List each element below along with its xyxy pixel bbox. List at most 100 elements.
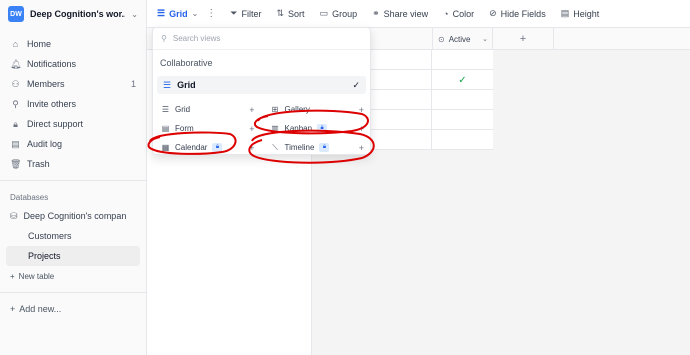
search-views-input[interactable]: [172, 34, 333, 43]
create-view-row: ☰ Grid + ⊞ Gallery +: [153, 100, 372, 119]
plus-icon: +: [358, 142, 364, 153]
add-new-label: Add new...: [19, 304, 62, 314]
plus-icon: +: [358, 123, 364, 134]
members-icon: ⚇: [11, 78, 20, 89]
color-icon: ◔: [443, 8, 449, 19]
plus-icon: +: [249, 142, 255, 153]
plus-icon: +: [10, 304, 16, 314]
sidebar-item-label: Trash: [27, 159, 50, 169]
column-header-active[interactable]: ⊙ Active ⌄: [432, 28, 493, 50]
view-switcher-menu: ⚲ Collaborative ☰ Grid ✓ ☰Grid+ ⊞Gallery…: [152, 27, 371, 155]
sidebar-item-members[interactable]: ⚇ Members 1: [0, 74, 146, 94]
create-kanban-view[interactable]: ▥ Kanban 🔒︎ +: [263, 119, 373, 138]
plus-icon: +: [249, 104, 255, 115]
add-column-button[interactable]: +: [493, 28, 554, 50]
create-view-row: ▤ Form + ▥ Kanban 🔒︎ +: [153, 119, 372, 138]
sort-icon: ⇅: [276, 8, 285, 18]
workspace-switcher[interactable]: DW Deep Cognition's wor... ⌄: [0, 0, 146, 28]
active-cell[interactable]: [432, 50, 493, 70]
sidebar-item-audit-log[interactable]: ▤ Audit log: [0, 134, 146, 154]
column-header-label: Active: [448, 34, 471, 44]
filter-icon: ⏷: [230, 8, 238, 18]
sidebar-item-notifications[interactable]: 🔔︎ Notifications: [0, 54, 146, 74]
grid-icon: ☰: [161, 105, 170, 114]
color-button[interactable]: ◔ Color: [443, 9, 474, 19]
database-icon: ⛁: [10, 210, 18, 221]
filter-button[interactable]: ⏷ Filter: [230, 8, 261, 19]
sidebar-item-home[interactable]: ⌂ Home: [0, 34, 146, 54]
create-gallery-view[interactable]: ⊞ Gallery +: [263, 100, 373, 119]
sidebar-item-label: Audit log: [27, 139, 63, 149]
database-item[interactable]: ⛁ Deep Cognition's compan: [0, 206, 146, 226]
view-item-grid[interactable]: ☰ Grid ✓: [157, 76, 366, 94]
sidebar-item-label: Direct support: [27, 119, 84, 129]
lock-icon: 🔒︎: [13, 118, 18, 129]
chevron-down-icon: ⌄: [191, 9, 199, 18]
chevron-down-icon: ⌄: [131, 9, 138, 19]
table-item-projects[interactable]: Projects: [6, 246, 140, 266]
database-name: Deep Cognition's compan: [23, 211, 127, 221]
active-cell[interactable]: [432, 110, 493, 130]
add-new-button[interactable]: + Add new...: [0, 299, 146, 319]
height-icon: ▤: [560, 8, 570, 18]
sidebar-item-trash[interactable]: 🗑︎ Trash: [0, 154, 146, 174]
search-icon: ⚲: [161, 34, 167, 43]
plus-icon: +: [358, 104, 364, 115]
active-cell[interactable]: [432, 90, 493, 110]
calendar-icon: ▦: [161, 143, 170, 152]
sidebar-nav: ⌂ Home 🔔︎ Notifications ⚇ Members 1 ⚲ Invite …: [0, 34, 146, 174]
lock-icon: 🔒︎: [317, 124, 328, 133]
workspace-name: Deep Cognition's wor...: [30, 9, 126, 19]
timeline-icon: ⟍: [272, 142, 278, 152]
divider: [0, 180, 146, 181]
row-height-button[interactable]: ▤ Height: [561, 8, 600, 19]
form-icon: ▤: [161, 124, 170, 133]
view-switcher-button[interactable]: ☰ Grid ⌄: [157, 8, 198, 19]
sidebar-item-invite-others[interactable]: ⚲ Invite others: [0, 94, 146, 114]
bell-icon: 🔔︎: [10, 58, 22, 69]
current-view-label: Grid: [169, 8, 188, 19]
sidebar-item-label: Invite others: [27, 99, 77, 109]
section-heading: Collaborative: [160, 58, 213, 68]
eye-off-icon: ⊘: [489, 8, 497, 18]
plus-icon: +: [10, 271, 15, 281]
view-toolbar: ☰ Grid ⌄ ⋮ ⏷ Filter ⇅ Sort ▭ Group ⚭ Share v…: [147, 0, 690, 28]
new-table-button[interactable]: + New table: [0, 266, 146, 286]
checkbox-column-icon: ⊙: [438, 34, 445, 44]
view-search: ⚲: [153, 28, 370, 50]
members-count: 1: [130, 79, 136, 89]
check-icon: ✓: [352, 79, 360, 90]
audit-icon: ▤: [11, 138, 20, 149]
databases-label: Databases: [10, 192, 49, 202]
sidebar: DW Deep Cognition's wor... ⌄ ⌂ Home 🔔︎ Not…: [0, 0, 147, 355]
chevron-down-icon: ⌄: [482, 36, 488, 43]
lock-icon: 🔒︎: [319, 143, 330, 152]
sidebar-item-label: Home: [27, 39, 52, 49]
gallery-icon: ⊞: [271, 105, 279, 114]
create-form-view[interactable]: ▤ Form +: [153, 119, 263, 138]
share-view-button[interactable]: ⚭ Share view: [372, 8, 428, 19]
sort-button[interactable]: ⇅ Sort: [277, 8, 305, 19]
lock-icon: 🔒︎: [212, 143, 223, 152]
active-cell[interactable]: ✓: [432, 70, 493, 90]
create-timeline-view[interactable]: ⟍ Timeline 🔒︎ +: [263, 138, 373, 157]
home-icon: ⌂: [12, 39, 19, 49]
share-icon: ⚭: [372, 8, 380, 18]
workspace-logo: DW: [8, 6, 24, 22]
kanban-icon: ▥: [271, 124, 279, 133]
table-item-customers[interactable]: Customers: [6, 226, 140, 246]
create-grid-view[interactable]: ☰ Grid +: [153, 100, 263, 119]
create-calendar-view[interactable]: ▦ Calendar 🔒︎ +: [153, 138, 263, 157]
active-cell[interactable]: [432, 130, 493, 150]
more-options-icon[interactable]: ⋮: [206, 8, 216, 19]
view-item-label: Grid: [177, 80, 196, 90]
hide-fields-button[interactable]: ⊘ Hide Fields: [489, 8, 546, 19]
sidebar-item-label: Members: [27, 79, 65, 89]
grid-icon: ☰: [157, 8, 166, 18]
sidebar-item-direct-support[interactable]: 🔒︎ Direct support: [0, 114, 146, 134]
new-table-label: New table: [18, 271, 55, 281]
divider: [0, 292, 146, 293]
group-button[interactable]: ▭ Group: [320, 8, 358, 19]
invite-icon: ⚲: [12, 98, 19, 109]
sidebar-item-label: Notifications: [27, 59, 77, 69]
